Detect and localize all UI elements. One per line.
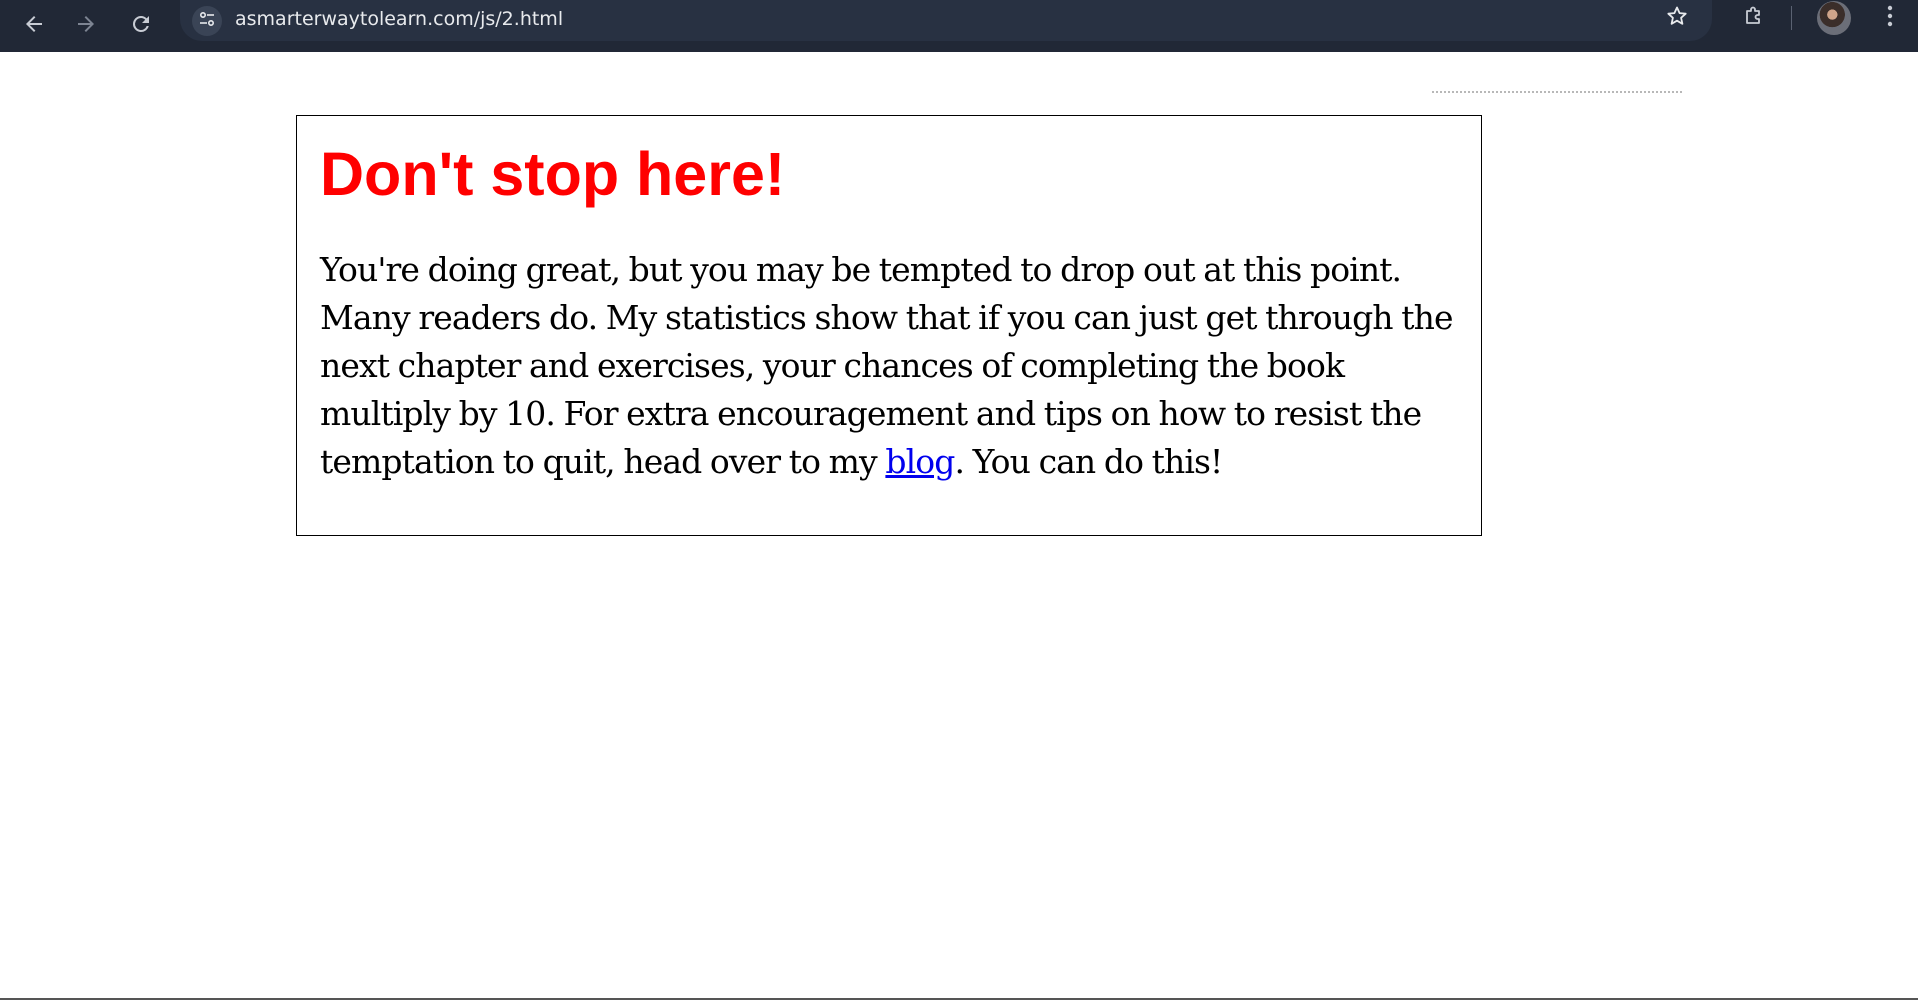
paragraph-text-before-link: temptation to quit, head over to my — [320, 442, 886, 481]
arrow-right-icon — [74, 12, 98, 36]
star-icon — [1665, 4, 1689, 33]
paragraph-line: next chapter and exercises, your chances… — [320, 346, 1345, 385]
blog-link[interactable]: blog — [885, 442, 955, 481]
browser-toolbar: asmarterwaytolearn.com/js/2.html — [0, 0, 1918, 52]
encouragement-box: Don't stop here! You're doing great, but… — [296, 115, 1482, 536]
reload-button[interactable] — [121, 4, 161, 44]
forward-button[interactable] — [66, 4, 106, 44]
paragraph-line: You're doing great, but you may be tempt… — [320, 250, 1402, 289]
kebab-menu-icon — [1887, 5, 1893, 32]
reload-icon — [129, 12, 153, 36]
url-text[interactable]: asmarterwaytolearn.com/js/2.html — [235, 8, 563, 30]
profile-avatar[interactable] — [1817, 1, 1851, 35]
paragraph-line: multiply by 10. For extra encouragement … — [320, 394, 1422, 433]
toolbar-separator — [1791, 6, 1792, 30]
back-button[interactable] — [14, 4, 54, 44]
paragraph-line-last: temptation to quit, head over to my blog… — [320, 438, 1470, 486]
menu-button[interactable] — [1873, 0, 1907, 36]
paragraph-text-after-link: . You can do this! — [954, 442, 1223, 481]
address-bar[interactable]: asmarterwaytolearn.com/js/2.html — [180, 0, 1712, 41]
bookmark-button[interactable] — [1657, 0, 1697, 36]
puzzle-icon — [1742, 4, 1766, 33]
arrow-left-icon — [22, 12, 46, 36]
tune-icon — [198, 10, 216, 33]
paragraph-line: Many readers do. My statistics show that… — [320, 298, 1453, 337]
dotted-divider — [1432, 91, 1682, 93]
extensions-button[interactable] — [1734, 0, 1774, 36]
encouragement-paragraph: You're doing great, but you may be tempt… — [320, 246, 1470, 486]
site-info-button[interactable] — [192, 6, 222, 36]
page-heading: Don't stop here! — [320, 140, 786, 208]
